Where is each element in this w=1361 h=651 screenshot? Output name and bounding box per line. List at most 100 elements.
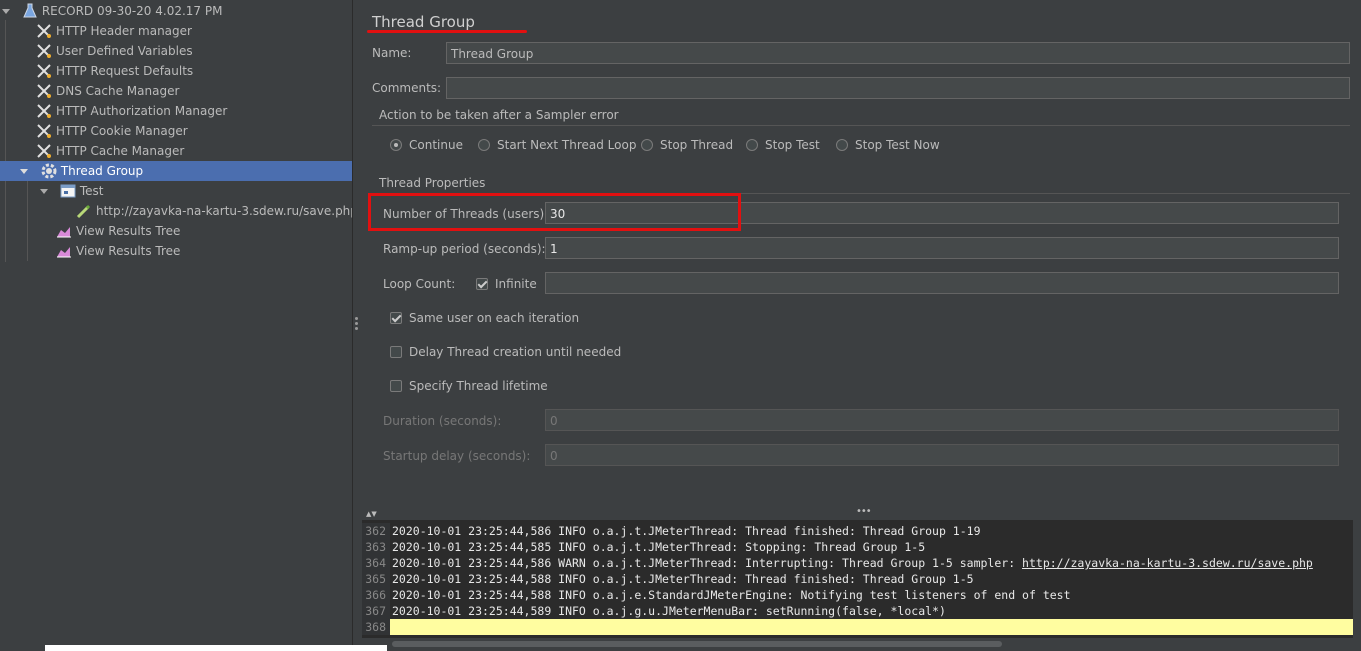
threads-highlight-annotation — [368, 193, 741, 231]
log-line-number: 364 — [362, 555, 390, 571]
tree-item-label: HTTP Cookie Manager — [56, 124, 188, 138]
radio-stop-test[interactable]: Stop Test — [746, 136, 820, 154]
log-line: 367 2020-10-01 23:25:44,589 INFO o.a.j.g.… — [362, 603, 1353, 619]
flask-icon — [22, 3, 38, 19]
tree-item-user-defined-variables[interactable]: User Defined Variables — [36, 41, 193, 61]
log-line-text: 2020-10-01 23:25:44,588 INFO o.a.j.e.Sta… — [392, 588, 1071, 602]
radio-indicator — [746, 138, 758, 151]
splitter-grip-dot — [355, 317, 358, 320]
name-field[interactable]: Thread Group — [446, 42, 1350, 64]
tree-bottom-strip — [45, 645, 387, 651]
checkbox-label: Delay Thread creation until needed — [409, 345, 622, 359]
log-line-text: 2020-10-01 23:25:44,588 INFO o.a.j.t.JMe… — [392, 572, 974, 586]
tree-item-view-results-tree-2[interactable]: View Results Tree — [56, 241, 180, 261]
wrench-icon — [36, 23, 52, 39]
radio-label: Continue — [409, 138, 463, 152]
chart-icon — [56, 243, 72, 259]
log-line-number: 367 — [362, 603, 390, 619]
same-user-checkbox[interactable]: Same user on each iteration — [390, 309, 579, 327]
thread-lifetime-checkbox[interactable]: Specify Thread lifetime — [390, 377, 548, 395]
checkbox-indicator — [390, 311, 402, 324]
log-line-text: 2020-10-01 23:25:44,586 INFO o.a.j.t.JMe… — [392, 524, 981, 538]
loop-count-field[interactable] — [545, 272, 1339, 294]
tree-item-label: HTTP Header manager — [56, 24, 192, 38]
log-viewer[interactable]: 362 2020-10-01 23:25:44,586 INFO o.a.j.t.… — [362, 520, 1353, 638]
tree-item-http-sampler[interactable]: http://zayavka-na-kartu-3.sdew.ru/save.p… — [76, 201, 358, 221]
wrench-icon — [36, 43, 52, 59]
startup-delay-label: Startup delay (seconds): — [383, 449, 531, 463]
tree-item-view-results-tree-1[interactable]: View Results Tree — [56, 221, 180, 241]
comments-field[interactable] — [446, 77, 1350, 99]
log-line-number: 366 — [362, 587, 390, 603]
rampup-label: Ramp-up period (seconds): — [383, 242, 546, 256]
tree-item-http-authorization-manager[interactable]: HTTP Authorization Manager — [36, 101, 227, 121]
thread-properties-title: Thread Properties — [379, 176, 486, 190]
checkbox-indicator — [390, 345, 402, 358]
tree-item-thread-group[interactable]: Thread Group — [0, 161, 352, 181]
radio-label: Stop Thread — [660, 138, 734, 152]
checkbox-indicator — [390, 379, 402, 392]
tree-item-label: HTTP Authorization Manager — [56, 104, 228, 118]
radio-label: Stop Test — [765, 138, 820, 152]
tree-item-http-request-defaults[interactable]: HTTP Request Defaults — [36, 61, 193, 81]
log-line-number: 365 — [362, 571, 390, 587]
name-label: Name: — [372, 46, 412, 60]
tree-item-http-header-manager[interactable]: HTTP Header manager — [36, 21, 192, 41]
radio-stop-thread[interactable]: Stop Thread — [641, 136, 733, 154]
wrench-icon — [36, 103, 52, 119]
radio-label: Start Next Thread Loop — [497, 138, 637, 152]
loop-count-label: Loop Count: — [383, 277, 456, 291]
log-link[interactable]: http://zayavka-na-kartu-3.sdew.ru/save.p… — [1022, 556, 1313, 570]
radio-start-next-thread-loop[interactable]: Start Next Thread Loop — [478, 136, 636, 154]
delay-thread-checkbox[interactable]: Delay Thread creation until needed — [390, 343, 621, 361]
section-divider — [372, 125, 1350, 126]
tree-item-dns-cache-manager[interactable]: DNS Cache Manager — [36, 81, 179, 101]
test-plan-tree[interactable]: RECORD 09-30-20 4.02.17 PM HTTP Header m… — [0, 0, 358, 651]
wrench-icon — [36, 83, 52, 99]
tree-item-test-controller[interactable]: Test — [0, 181, 103, 201]
rampup-field[interactable]: 1 — [545, 237, 1339, 259]
comments-label: Comments: — [372, 81, 442, 95]
log-line-number: 362 — [362, 523, 390, 539]
drag-handle-icon[interactable]: ••• — [856, 506, 872, 517]
log-line-text: 2020-10-01 23:25:44,585 INFO o.a.j.t.JMe… — [392, 540, 926, 554]
radio-indicator — [478, 138, 490, 151]
log-line-text-part: 2020-10-01 23:25:44,586 WARN o.a.j.t.JMe… — [392, 556, 1023, 570]
startup-delay-field[interactable]: 0 — [545, 444, 1339, 466]
log-line: 364 2020-10-01 23:25:44,586 WARN o.a.j.t.… — [362, 555, 1353, 571]
tree-item-http-cookie-manager[interactable]: HTTP Cookie Manager — [36, 121, 188, 141]
radio-indicator — [836, 138, 848, 151]
log-vertical-scrollbar[interactable] — [1353, 520, 1361, 638]
chart-icon — [56, 223, 72, 239]
duration-field[interactable]: 0 — [545, 409, 1339, 431]
tree-item-label: DNS Cache Manager — [56, 84, 180, 98]
tree-item-http-cache-manager[interactable]: HTTP Cache Manager — [36, 141, 184, 161]
tree-root-label: RECORD 09-30-20 4.02.17 PM — [41, 4, 223, 18]
wrench-icon — [36, 143, 52, 159]
log-line-number: 363 — [362, 539, 390, 555]
log-line: 366 2020-10-01 23:25:44,588 INFO o.a.j.e.… — [362, 587, 1353, 603]
splitter-grip-dot — [355, 322, 358, 325]
scrollbar-thumb[interactable] — [392, 641, 1002, 647]
log-horizontal-scrollbar[interactable] — [362, 638, 1361, 651]
checkbox-indicator — [476, 277, 488, 290]
splitter-grip-dot — [355, 327, 358, 330]
radio-label: Stop Test Now — [855, 138, 940, 152]
tree-root[interactable]: RECORD 09-30-20 4.02.17 PM — [0, 1, 222, 21]
log-line-text — [390, 620, 392, 634]
log-current-line: 368 — [362, 619, 1353, 635]
collapse-arrows-icon[interactable]: ▲▼ — [366, 510, 377, 518]
tree-item-label: View Results Tree — [76, 244, 181, 258]
radio-continue[interactable]: Continue — [390, 136, 463, 154]
radio-indicator — [390, 138, 402, 151]
log-splitter[interactable]: ▲▼ ••• — [362, 506, 1361, 520]
thread-group-panel: Thread Group Name: Thread Group Comments… — [362, 0, 1361, 510]
checkbox-label: Infinite — [495, 277, 537, 291]
infinite-checkbox[interactable]: Infinite — [476, 275, 537, 293]
pipette-icon — [76, 203, 92, 219]
tree-item-label: User Defined Variables — [56, 44, 193, 58]
radio-stop-test-now[interactable]: Stop Test Now — [836, 136, 940, 154]
wrench-icon — [36, 123, 52, 139]
controller-icon — [60, 183, 76, 199]
tree-item-label: View Results Tree — [76, 224, 181, 238]
